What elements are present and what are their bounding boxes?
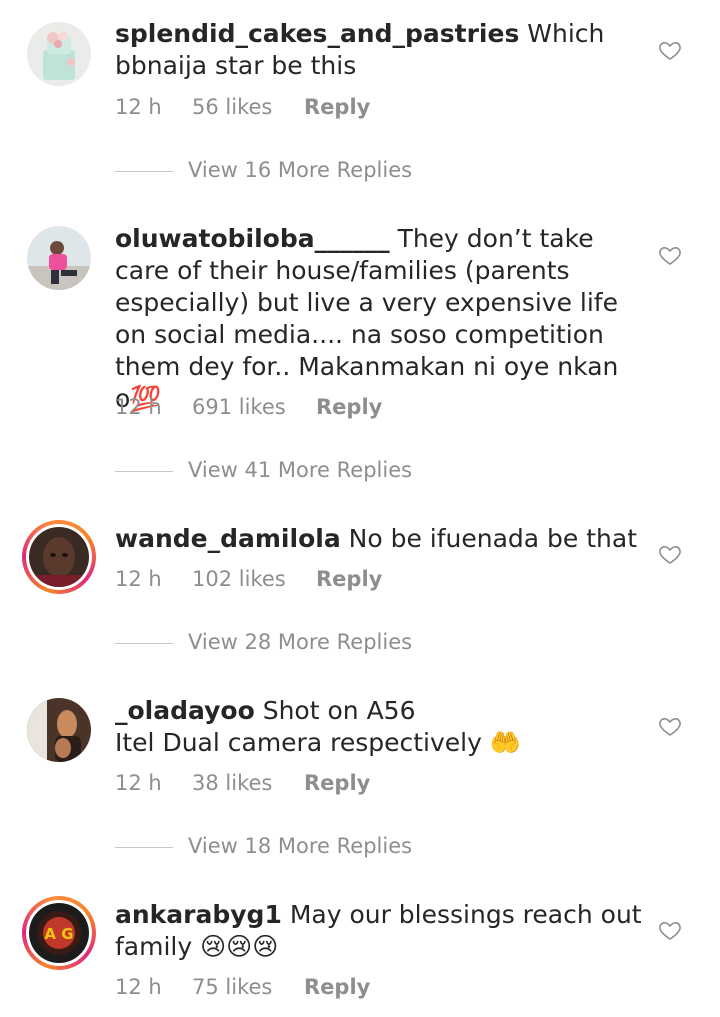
comment-username[interactable]: ankarabyg1	[115, 900, 282, 929]
comment-username[interactable]: oluwatobiloba______	[115, 224, 390, 253]
view-replies-button[interactable]: View 28 More Replies	[115, 630, 412, 654]
like-heart-icon[interactable]	[658, 38, 682, 62]
avatar[interactable]	[27, 22, 91, 86]
cake-avatar-image	[27, 22, 91, 86]
view-replies-label: View 18 More Replies	[188, 834, 413, 858]
palms-up-emoji: 🤲	[489, 728, 521, 757]
view-replies-button[interactable]: View 18 More Replies	[115, 834, 412, 858]
comment-meta: 12 h 691 likes Reply	[115, 395, 382, 419]
like-heart-icon[interactable]	[658, 243, 682, 267]
avatar[interactable]	[27, 226, 91, 290]
story-ring-avatar[interactable]: A G	[22, 896, 96, 970]
comment-meta: 12 h 102 likes Reply	[115, 567, 382, 591]
reply-button[interactable]: Reply	[304, 975, 370, 999]
comment-username[interactable]: _oladayoo	[115, 696, 255, 725]
person-avatar-image	[27, 226, 91, 290]
view-replies-label: View 28 More Replies	[188, 630, 413, 654]
comment-time: 12 h	[115, 95, 162, 119]
comment-text: _oladayoo Shot on A56 Itel Dual camera r…	[115, 695, 645, 759]
comment-meta: 12 h 38 likes Reply	[115, 771, 370, 795]
avatar: A G	[29, 903, 89, 963]
view-replies-button[interactable]: View 41 More Replies	[115, 458, 412, 482]
comment-time: 12 h	[115, 975, 162, 999]
divider	[115, 470, 173, 472]
reply-button[interactable]: Reply	[304, 95, 370, 119]
view-replies-label: View 41 More Replies	[188, 458, 413, 482]
comment-text: oluwatobiloba______ They don’t take care…	[115, 223, 640, 415]
comment-likes[interactable]: 691 likes	[192, 395, 316, 419]
story-ring-avatar[interactable]	[22, 520, 96, 594]
comment-text: ankarabyg1 May our blessings reach out f…	[115, 899, 645, 963]
crying-face-emoji: 😢😢😢	[200, 932, 279, 961]
logo-text: A G	[44, 925, 73, 943]
comment-username[interactable]: wande_damilola	[115, 524, 341, 553]
avatar	[29, 527, 89, 587]
comment-likes[interactable]: 102 likes	[192, 567, 316, 591]
like-heart-icon[interactable]	[658, 918, 682, 942]
comment-meta: 12 h 56 likes Reply	[115, 95, 370, 119]
comment-text: splendid_cakes_and_pastries Which bbnaij…	[115, 18, 645, 82]
comment-likes[interactable]: 38 likes	[192, 771, 304, 795]
divider	[115, 170, 173, 172]
avatar-ring-gap: A G	[26, 900, 92, 966]
comment-meta: 12 h 75 likes Reply	[115, 975, 370, 999]
avatar[interactable]	[27, 698, 91, 762]
comment-username[interactable]: splendid_cakes_and_pastries	[115, 19, 519, 48]
person-avatar-image	[27, 698, 91, 762]
divider	[115, 642, 173, 644]
comment-likes[interactable]: 75 likes	[192, 975, 304, 999]
comment-likes[interactable]: 56 likes	[192, 95, 304, 119]
divider	[115, 846, 173, 848]
comment-text: wande_damilola No be ifuenada be that	[115, 523, 645, 555]
reply-button[interactable]: Reply	[316, 395, 382, 419]
avatar-ring-gap	[26, 524, 92, 590]
reply-button[interactable]: Reply	[316, 567, 382, 591]
comment-body: No be ifuenada be that	[348, 524, 638, 553]
view-replies-button[interactable]: View 16 More Replies	[115, 158, 412, 182]
selfie-avatar-image	[29, 527, 89, 587]
comment-time: 12 h	[115, 567, 162, 591]
like-heart-icon[interactable]	[658, 714, 682, 738]
comment-time: 12 h	[115, 771, 162, 795]
brand-logo-avatar-image: A G	[29, 903, 89, 963]
view-replies-label: View 16 More Replies	[188, 158, 413, 182]
comment-time: 12 h	[115, 395, 162, 419]
like-heart-icon[interactable]	[658, 542, 682, 566]
reply-button[interactable]: Reply	[304, 771, 370, 795]
